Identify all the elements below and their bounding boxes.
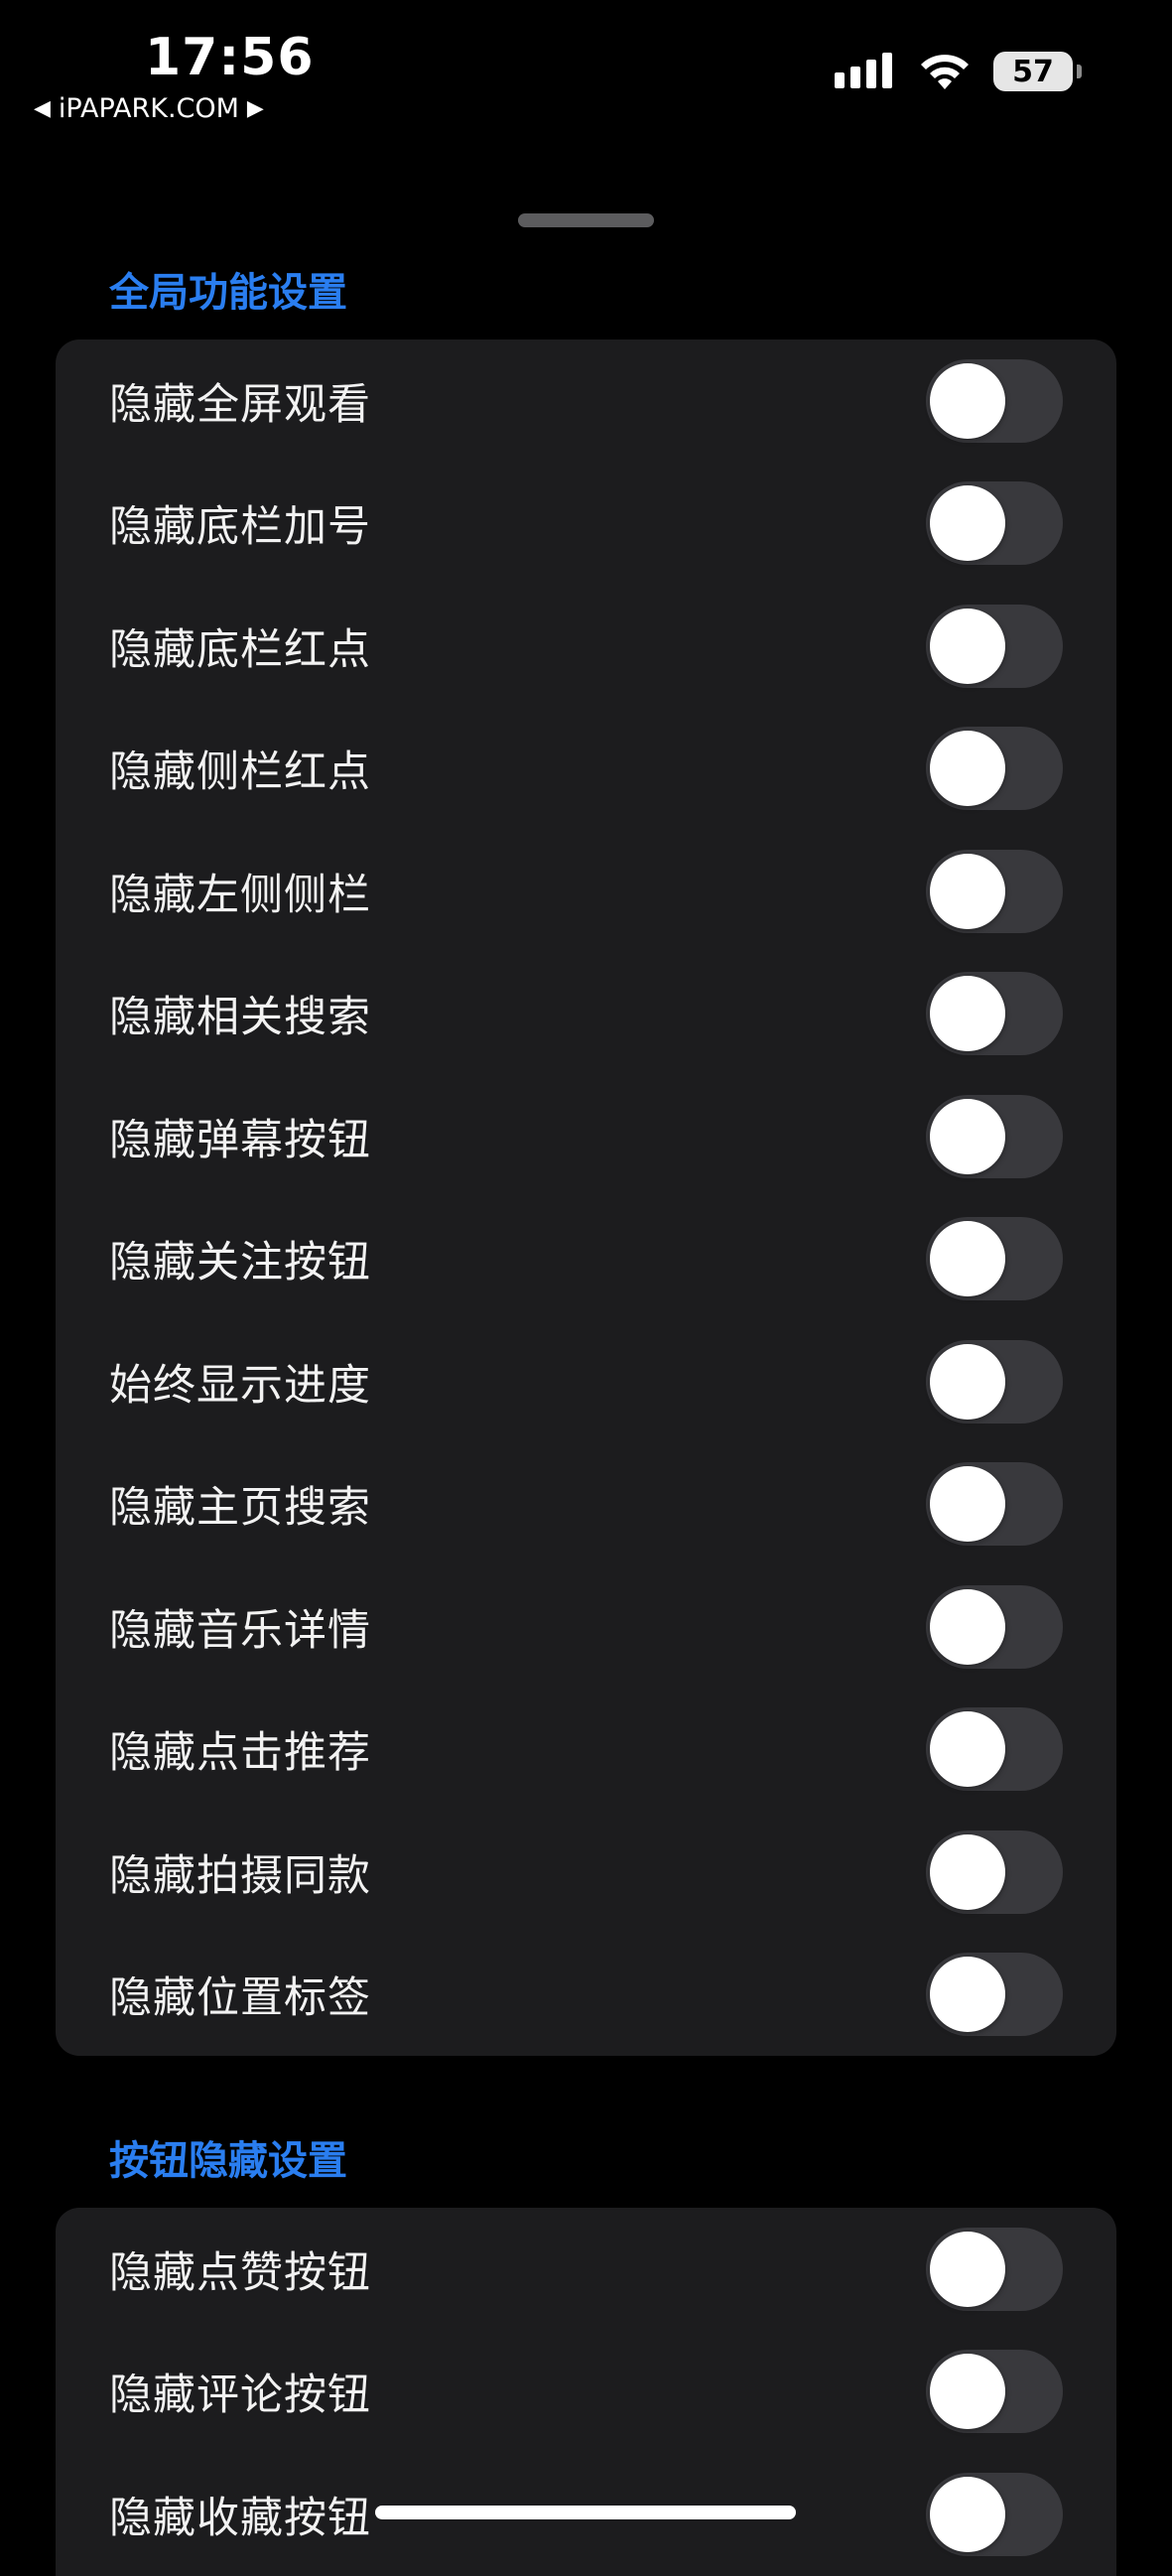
toggle-knob	[930, 362, 1005, 439]
setting-label: 隐藏底栏加号	[109, 502, 371, 553]
setting-toggle-switch[interactable]	[926, 1830, 1063, 1914]
setting-toggle-switch[interactable]	[926, 727, 1063, 811]
setting-toggle-switch[interactable]	[926, 2227, 1063, 2311]
setting-label: 隐藏关注按钮	[109, 1238, 371, 1288]
setting-label: 隐藏全屏观看	[109, 379, 371, 430]
setting-toggle-switch[interactable]	[926, 2472, 1063, 2556]
setting-label: 隐藏位置标签	[109, 1973, 371, 2024]
setting-toggle-switch[interactable]	[926, 849, 1063, 933]
setting-row: 隐藏弹幕按钮	[56, 1075, 1116, 1198]
cellular-signal-icon	[835, 53, 892, 88]
setting-label: 隐藏底栏红点	[109, 624, 371, 675]
toggle-knob	[930, 1833, 1005, 1910]
setting-label: 隐藏音乐详情	[109, 1605, 371, 1656]
setting-row: 始终显示进度	[56, 1320, 1116, 1443]
toggle-knob	[930, 485, 1005, 562]
battery-level: 57	[1012, 54, 1054, 89]
setting-toggle-switch[interactable]	[926, 1217, 1063, 1301]
setting-row: 隐藏底栏加号	[56, 463, 1116, 586]
back-arrow-icon: ◀	[34, 96, 51, 121]
forward-arrow-icon: ▶	[246, 96, 264, 121]
toggle-knob	[930, 976, 1005, 1052]
carrier-label: iPAPARK.COM	[58, 93, 239, 124]
settings-group-global: 隐藏全屏观看 隐藏底栏加号 隐藏底栏红点 隐藏侧栏红点 隐藏左侧侧栏 隐藏相关搜索 隐藏弹幕…	[56, 339, 1116, 2056]
toggle-knob	[930, 1466, 1005, 1543]
setting-row: 隐藏位置标签	[56, 1934, 1116, 2057]
settings-group-buttons: 隐藏点赞按钮 隐藏评论按钮 隐藏收藏按钮	[56, 2208, 1116, 2576]
wifi-icon	[921, 55, 969, 89]
setting-row: 隐藏相关搜索	[56, 953, 1116, 1076]
setting-toggle-switch[interactable]	[926, 2350, 1063, 2434]
toggle-knob	[930, 2231, 1005, 2307]
setting-row: 隐藏底栏红点	[56, 585, 1116, 708]
toggle-knob	[930, 1957, 1005, 2033]
section-header-global-settings: 全局功能设置	[109, 270, 347, 316]
setting-toggle-switch[interactable]	[926, 358, 1063, 443]
toggle-knob	[930, 853, 1005, 929]
toggle-knob	[930, 608, 1005, 684]
setting-toggle-switch[interactable]	[926, 972, 1063, 1056]
status-bar: 17:56 ◀ iPAPARK.COM ▶ 57	[0, 0, 1172, 149]
setting-toggle-switch[interactable]	[926, 1462, 1063, 1547]
setting-toggle-switch[interactable]	[926, 1339, 1063, 1424]
toggle-knob	[930, 1343, 1005, 1420]
toggle-knob	[930, 2476, 1005, 2552]
setting-label: 始终显示进度	[109, 1360, 371, 1411]
setting-label: 隐藏主页搜索	[109, 1483, 371, 1534]
battery-icon: 57	[993, 52, 1082, 91]
setting-toggle-switch[interactable]	[926, 481, 1063, 566]
home-indicator[interactable]	[375, 2506, 796, 2519]
setting-row: 隐藏点击推荐	[56, 1689, 1116, 1812]
setting-toggle-switch[interactable]	[926, 1953, 1063, 2037]
toggle-knob	[930, 1221, 1005, 1297]
setting-label: 隐藏点赞按钮	[109, 2247, 371, 2298]
setting-label: 隐藏相关搜索	[109, 993, 371, 1043]
setting-label: 隐藏收藏按钮	[109, 2493, 371, 2543]
toggle-knob	[930, 2354, 1005, 2430]
toggle-knob	[930, 1588, 1005, 1665]
setting-label: 隐藏点击推荐	[109, 1728, 371, 1779]
setting-toggle-switch[interactable]	[926, 604, 1063, 688]
setting-toggle-switch[interactable]	[926, 1584, 1063, 1669]
setting-row: 隐藏全屏观看	[56, 339, 1116, 463]
toggle-knob	[930, 1098, 1005, 1174]
toggle-knob	[930, 731, 1005, 807]
back-to-app-link[interactable]: ◀ iPAPARK.COM ▶	[34, 93, 264, 124]
sheet-grabber-handle[interactable]	[518, 213, 654, 227]
setting-label: 隐藏评论按钮	[109, 2371, 371, 2421]
setting-row: 隐藏左侧侧栏	[56, 830, 1116, 953]
status-icons: 57	[835, 52, 1082, 91]
setting-label: 隐藏弹幕按钮	[109, 1115, 371, 1165]
status-time: 17:56	[145, 28, 315, 87]
setting-row: 隐藏拍摄同款	[56, 1811, 1116, 1934]
toggle-knob	[930, 1711, 1005, 1788]
setting-row: 隐藏音乐详情	[56, 1565, 1116, 1689]
setting-row: 隐藏评论按钮	[56, 2331, 1116, 2454]
setting-row: 隐藏点赞按钮	[56, 2208, 1116, 2331]
setting-label: 隐藏侧栏红点	[109, 747, 371, 798]
setting-toggle-switch[interactable]	[926, 1094, 1063, 1178]
setting-label: 隐藏拍摄同款	[109, 1850, 371, 1901]
setting-toggle-switch[interactable]	[926, 1707, 1063, 1792]
setting-row: 隐藏主页搜索	[56, 1443, 1116, 1566]
section-header-button-hide-settings: 按钮隐藏设置	[109, 2138, 347, 2184]
setting-row: 隐藏侧栏红点	[56, 708, 1116, 831]
setting-row: 隐藏关注按钮	[56, 1198, 1116, 1321]
setting-label: 隐藏左侧侧栏	[109, 870, 371, 920]
